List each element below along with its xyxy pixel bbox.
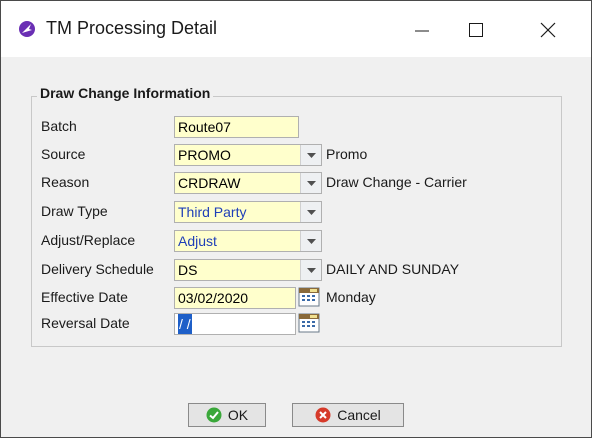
delivery-schedule-value: DS	[178, 262, 198, 278]
reason-description: Draw Change - Carrier	[326, 174, 467, 190]
cancel-button[interactable]: Cancel	[292, 403, 404, 427]
dropdown-arrow-icon	[306, 180, 316, 186]
dropdown-arrow-icon	[306, 209, 316, 215]
maximize-icon	[469, 23, 483, 37]
reversal-date-value: / /	[178, 314, 192, 334]
reason-value: CRDRAW	[178, 175, 241, 191]
reason-label: Reason	[41, 174, 90, 190]
source-value: PROMO	[178, 147, 231, 163]
adjust-replace-dropdown-button[interactable]	[300, 231, 321, 251]
effective-date-day: Monday	[326, 289, 376, 305]
cancel-x-icon	[315, 407, 331, 423]
reason-select[interactable]: CRDRAW	[174, 172, 322, 194]
maximize-button[interactable]	[453, 13, 499, 47]
delivery-schedule-select[interactable]: DS	[174, 259, 322, 281]
source-description: Promo	[326, 146, 368, 162]
delivery-schedule-description: DAILY AND SUNDAY	[326, 261, 460, 277]
ok-label: OK	[227, 407, 249, 423]
draw-type-label: Draw Type	[41, 203, 108, 219]
reason-dropdown-button[interactable]	[300, 173, 321, 193]
dropdown-arrow-icon	[306, 238, 316, 244]
draw-type-select[interactable]: Third Party	[174, 201, 322, 223]
adjust-replace-label: Adjust/Replace	[41, 232, 136, 248]
adjust-replace-value: Adjust	[178, 233, 217, 249]
close-button[interactable]	[525, 13, 571, 47]
minimize-button[interactable]	[399, 13, 445, 47]
app-icon	[19, 21, 35, 37]
close-icon	[540, 22, 556, 38]
source-dropdown-button[interactable]	[300, 145, 321, 165]
draw-type-value: Third Party	[178, 204, 247, 220]
title-bar[interactable]: TM Processing Detail	[1, 1, 591, 57]
dropdown-arrow-icon	[306, 152, 316, 158]
reversal-date-label: Reversal Date	[41, 315, 130, 331]
dialog-window: TM Processing Detail Draw Change Informa…	[0, 0, 592, 438]
group-title: Draw Change Information	[37, 85, 214, 101]
ok-check-icon	[206, 407, 222, 423]
calendar-icon[interactable]	[298, 313, 320, 333]
calendar-icon[interactable]	[298, 287, 320, 307]
draw-type-dropdown-button[interactable]	[300, 202, 321, 222]
minimize-icon	[415, 30, 429, 32]
delivery-schedule-dropdown-button[interactable]	[300, 260, 321, 280]
source-select[interactable]: PROMO	[174, 144, 322, 166]
adjust-replace-select[interactable]: Adjust	[174, 230, 322, 252]
ok-button[interactable]: OK	[188, 403, 266, 427]
cancel-label: Cancel	[337, 407, 381, 423]
batch-field[interactable]: Route07	[174, 116, 299, 138]
source-label: Source	[41, 146, 86, 162]
dropdown-arrow-icon	[306, 267, 316, 273]
reversal-date-field[interactable]: / /	[174, 313, 296, 335]
effective-date-label: Effective Date	[41, 289, 128, 305]
delivery-schedule-label: Delivery Schedule	[41, 261, 154, 277]
batch-label: Batch	[41, 118, 77, 134]
window-title: TM Processing Detail	[46, 18, 218, 38]
effective-date-field[interactable]: 03/02/2020	[174, 287, 296, 309]
